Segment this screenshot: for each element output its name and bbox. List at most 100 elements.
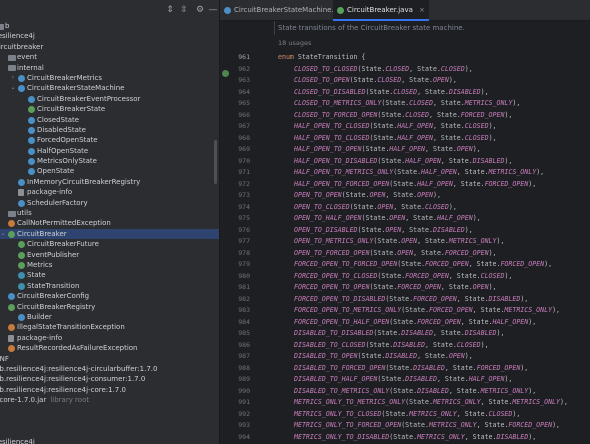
tree-item[interactable]: Metrics [0,260,219,270]
code-line[interactable]: METRICS_ONLY_TO_FORCED_OPEN(State.METRIC… [294,420,560,432]
tree-item[interactable] [0,405,219,415]
code-line[interactable]: CLOSED_TO_FORCED_OPEN(State.CLOSED, Stat… [294,110,512,122]
tree-item[interactable]: DisabledState [0,125,219,135]
code-line[interactable]: DISABLED_TO_DISABLED(State.DISABLED, Sta… [294,328,504,340]
code-line[interactable]: CLOSED_TO_DISABLED(State.CLOSED, State.D… [294,87,489,99]
tree-item[interactable]: HalfOpenState [0,146,219,156]
tree-item[interactable]: ⌄ CircuitBreakerStateMachine [0,83,219,93]
line-number: 962 [238,64,250,73]
code-token: (State. [349,76,378,84]
file-icon [8,334,14,342]
tab-circuitbreaker[interactable]: CircuitBreaker.java × [333,0,429,21]
chevron-right-icon[interactable]: › [10,73,16,83]
tree-item[interactable]: ForcedOpenState [0,135,219,145]
close-icon[interactable]: × [419,0,425,21]
code-line[interactable]: HALF_OPEN_TO_OPEN(State.HALF_OPEN, State… [294,144,481,156]
tree-item[interactable]: EventPublisher [0,250,219,260]
code-line[interactable]: FORCED_OPEN_TO_OPEN(State.FORCED_OPEN, S… [294,282,497,294]
code-token: (State. [405,398,433,406]
tree-item[interactable]: j-core-1.7.0.jar library root [0,395,219,405]
expand-all-icon[interactable]: ⇕ [165,5,175,15]
code-area[interactable]: State transitions of the CircuitBreaker … [254,21,590,444]
code-line[interactable]: HALF_OPEN_TO_DISABLED(State.HALF_OPEN, S… [294,156,512,168]
tree-item[interactable]: CallNotPermittedException [0,218,219,228]
tree-item[interactable]: Builder [0,312,219,322]
code-line[interactable]: DISABLED_TO_HALF_OPEN(State.DISABLED, St… [294,374,512,386]
tree-item[interactable]: event [0,52,219,62]
code-line[interactable]: METRICS_ONLY_TO_CLOSED(State.METRICS_ONL… [294,409,520,421]
tree-item[interactable] [0,416,219,426]
code-line[interactable]: FORCED_OPEN_TO_CLOSED(State.FORCED_OPEN,… [294,271,512,283]
tree-item[interactable]: CircuitBreakerConfig [0,291,219,301]
tree-item[interactable]: utils [0,208,219,218]
tree-item[interactable]: resilience4j [0,437,219,444]
tree-item[interactable]: ub.resilience4j:resilience4j-core:1.7.0 [0,385,219,395]
code-line[interactable]: CLOSED_TO_OPEN(State.CLOSED, State.OPEN)… [294,75,457,87]
tree-item[interactable]: CircuitBreakerFuture [0,239,219,249]
code-line[interactable]: OPEN_TO_DISABLED(State.OPEN, State.DISAB… [294,225,473,237]
code-line[interactable]: FORCED_OPEN_TO_HALF_OPEN(State.FORCED_OP… [294,317,536,329]
tree-item[interactable]: CircuitBreakerRegistry [0,302,219,312]
code-line[interactable]: OPEN_TO_FORCED_OPEN(State.OPEN, State.FO… [294,248,497,260]
tree-item[interactable]: MetricsOnlyState [0,156,219,166]
code-line[interactable]: OPEN_TO_METRICS_ONLY(State.OPEN, State.M… [294,236,504,248]
code-line[interactable]: HALF_OPEN_TO_FORCED_OPEN(State.HALF_OPEN… [294,179,536,191]
code-line[interactable]: METRICS_ONLY_TO_METRICS_ONLY(State.METRI… [294,397,568,409]
tree-item[interactable]: State [0,270,219,280]
code-line[interactable]: HALF_OPEN_TO_CLOSED(State.HALF_OPEN, Sta… [294,133,497,145]
code-line[interactable]: DISABLED_TO_CLOSED(State.DISABLED, State… [294,340,489,352]
code-line[interactable]: OPEN_TO_HALF_OPEN(State.OPEN, State.HALF… [294,213,481,225]
tree-item[interactable]: resilience4j [0,31,219,41]
tree-scrollbar[interactable] [214,140,217,184]
code-line[interactable]: METRICS_ONLY_TO_DISABLED(State.METRICS_O… [294,432,536,444]
code-line[interactable]: HALF_OPEN_TO_METRICS_ONLY(State.HALF_OPE… [294,167,544,179]
gear-icon[interactable]: ⚙ [195,5,205,15]
interface-icon [18,261,25,269]
chevron-down-icon[interactable]: ⌄ [0,229,6,239]
code-line[interactable]: FORCED_OPEN_TO_FORCED_OPEN(State.FORCED_… [294,259,552,271]
tree-item[interactable]: b [0,21,219,31]
code-line[interactable]: OPEN_TO_OPEN(State.OPEN, State.OPEN), [294,190,441,202]
tree-item[interactable]: ResultRecordedAsFailureException [0,343,219,353]
tree-item[interactable]: InMemoryCircuitBreakerRegistry [0,177,219,187]
tree-item[interactable]: package-info [0,187,219,197]
tree-item[interactable]: CircuitBreakerEventProcessor [0,94,219,104]
class-icon [18,199,25,207]
code-line[interactable]: DISABLED_TO_OPEN(State.DISABLED, State.O… [294,351,473,363]
tree-item[interactable]: CircuitBreakerState [0,104,219,114]
code-line[interactable]: DISABLED_TO_FORCED_OPEN(State.DISABLED, … [294,363,528,375]
code-line[interactable]: CLOSED_TO_METRICS_ONLY(State.CLOSED, Sta… [294,98,520,110]
tree-item[interactable]: circuitbreaker [0,42,219,52]
usages-hint[interactable]: 18 usages [278,39,311,47]
tree-item-label: MetricsOnlyState [37,157,97,166]
tree-item[interactable]: SchedulerFactory [0,198,219,208]
code-line[interactable]: DISABLED_TO_METRICS_ONLY(State.DISABLED,… [294,386,536,398]
tree-item[interactable]: b [0,426,219,436]
code-token: , State. [393,202,426,211]
tree-item[interactable]: › CircuitBreakerMetrics [0,73,219,83]
code-line[interactable]: enum StateTransition { [278,52,365,64]
tree-item[interactable]: ClosedState [0,115,219,125]
tree-item[interactable]: OpenState [0,166,219,176]
tree-item[interactable]: -INF [0,354,219,364]
constant-token: HALF_OPEN_TO_DISABLED [294,156,378,165]
code-line[interactable]: FORCED_OPEN_TO_DISABLED(State.FORCED_OPE… [294,294,528,306]
tree-item[interactable]: ub.resilience4j:resilience4j-consumer:1.… [0,374,219,384]
minimize-icon[interactable]: — [208,5,218,15]
tree-item[interactable]: StateTransition [0,281,219,291]
tree-item[interactable]: ub.resilience4j:resilience4j-circularbuf… [0,364,219,374]
constant-token: HALF_OPEN_TO_CLOSED [294,133,370,142]
code-token: , State. [436,375,469,383]
line-number: 981 [238,283,250,291]
tree-item[interactable]: IllegalStateTransitionException [0,322,219,332]
tree-item[interactable]: package-info [0,333,219,343]
collapse-all-icon[interactable]: ⇳ [179,5,189,15]
tree-item[interactable]: ⌄ CircuitBreaker [0,228,219,240]
code-line[interactable]: CLOSED_TO_CLOSED(State.CLOSED, State.CLO… [294,64,473,76]
tree-item[interactable]: internal [0,63,219,73]
code-line[interactable]: OPEN_TO_CLOSED(State.OPEN, State.CLOSED)… [294,202,457,214]
code-line[interactable]: FORCED_OPEN_TO_METRICS_ONLY(State.FORCED… [294,305,560,317]
code-line[interactable]: HALF_OPEN_TO_CLOSED(State.HALF_OPEN, Sta… [294,121,497,133]
line-number: 988 [238,363,250,372]
chevron-down-icon[interactable]: ⌄ [10,83,16,93]
